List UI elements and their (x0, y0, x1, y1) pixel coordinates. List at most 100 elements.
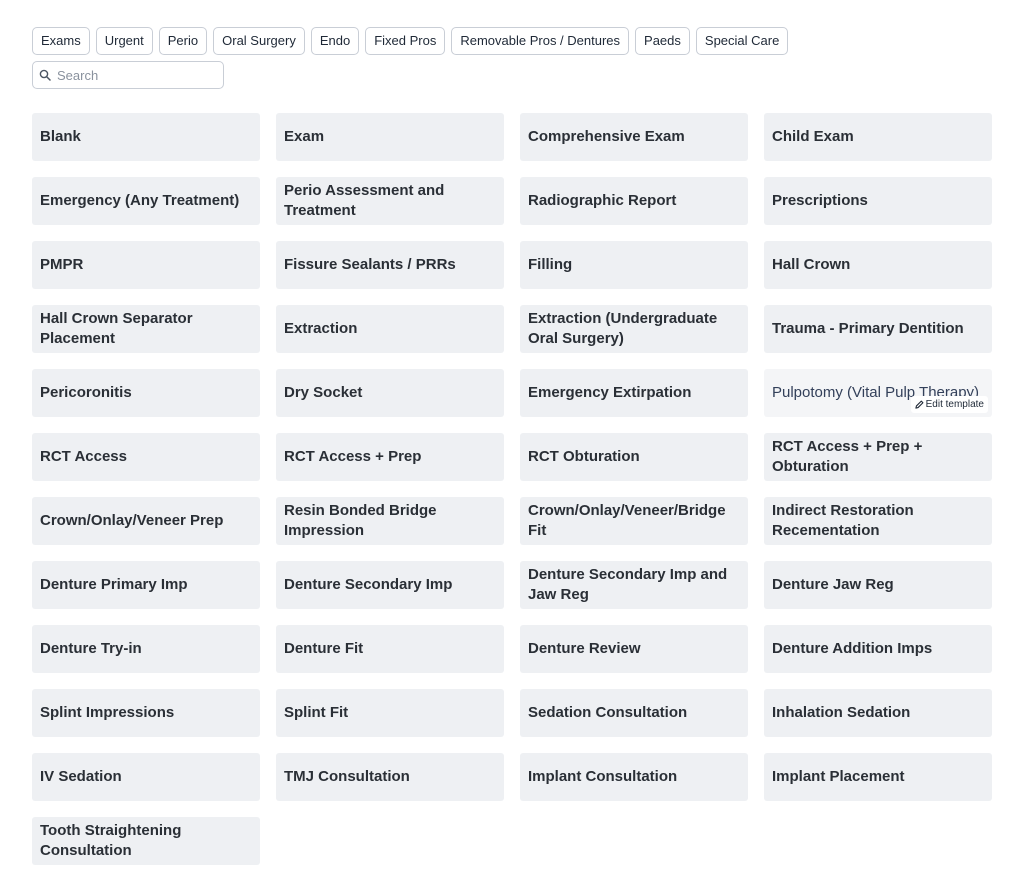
filter-chip[interactable]: Endo (310, 27, 360, 55)
filter-chip[interactable]: Fixed Pros (365, 27, 446, 55)
template-card[interactable]: Denture Jaw Reg (764, 561, 992, 609)
template-card[interactable]: Pulpotomy (Vital Pulp Therapy) Edit templ… (764, 369, 992, 417)
template-label: TMJ Consultation (284, 768, 410, 785)
template-label: Exam (284, 128, 325, 145)
template-label: Prescriptions (772, 192, 868, 209)
search-icon (39, 69, 51, 81)
template-label: Pericoronitis (40, 384, 132, 401)
template-label: Radiographic Report (528, 192, 677, 209)
template-card[interactable]: Indirect Restoration Recementation (764, 497, 992, 545)
template-label: Denture Review (528, 640, 641, 657)
template-label: Extraction (284, 320, 358, 337)
template-card[interactable]: Hall Crown (764, 241, 992, 289)
template-label: Dry Socket (284, 384, 363, 401)
template-card[interactable]: Denture Secondary Imp (276, 561, 504, 609)
template-label: PMPR (40, 256, 84, 273)
template-label: Hall Crown Separator Placement (40, 310, 193, 347)
template-card[interactable]: Radiographic Report (520, 177, 748, 225)
filter-chip[interactable]: Urgent (95, 27, 153, 55)
template-card[interactable]: TMJ Consultation (276, 753, 504, 801)
template-card[interactable]: Resin Bonded Bridge Impression (276, 497, 504, 545)
template-card[interactable]: Emergency (Any Treatment) (32, 177, 260, 225)
template-card[interactable]: Blank (32, 113, 260, 161)
template-label: Comprehensive Exam (528, 128, 685, 145)
template-card[interactable]: RCT Obturation (520, 433, 748, 481)
template-label: Denture Secondary Imp (284, 576, 453, 593)
template-label: RCT Obturation (528, 448, 640, 465)
template-card[interactable]: Denture Review (520, 625, 748, 673)
template-label: RCT Access + Prep (284, 448, 422, 465)
filter-chips: Exams Urgent Perio Oral Surgery Endo Fixed Pr… (32, 27, 992, 55)
template-label: Implant Consultation (528, 768, 678, 785)
template-card[interactable]: Fissure Sealants / PRRs (276, 241, 504, 289)
filter-chip[interactable]: Paeds (635, 27, 690, 55)
template-card[interactable]: Splint Impressions (32, 689, 260, 737)
template-label: Fissure Sealants / PRRs (284, 256, 456, 273)
template-label: Tooth Straightening Consultation (40, 822, 182, 859)
template-card[interactable]: RCT Access + Prep + Obturation (764, 433, 992, 481)
search-input[interactable] (55, 66, 219, 84)
template-card[interactable]: Crown/Onlay/Veneer Prep (32, 497, 260, 545)
template-card[interactable]: Crown/Onlay/Veneer/Bridge Fit (520, 497, 748, 545)
filter-chip[interactable]: Oral Surgery (213, 27, 305, 55)
template-label: Denture Try-in (40, 640, 142, 657)
edit-template-label: Edit template (925, 399, 984, 410)
template-label: Denture Jaw Reg (772, 576, 894, 593)
template-card[interactable]: Comprehensive Exam (520, 113, 748, 161)
template-card[interactable]: Exam (276, 113, 504, 161)
template-label: Crown/Onlay/Veneer/Bridge Fit (528, 502, 726, 539)
template-label: Indirect Restoration Recementation (772, 502, 914, 539)
template-card[interactable]: Hall Crown Separator Placement (32, 305, 260, 353)
template-card[interactable]: Prescriptions (764, 177, 992, 225)
template-label: Denture Addition Imps (772, 640, 933, 657)
template-card[interactable]: Pericoronitis (32, 369, 260, 417)
template-card[interactable]: Dry Socket (276, 369, 504, 417)
template-label: Splint Fit (284, 704, 349, 721)
template-card[interactable]: RCT Access (32, 433, 260, 481)
pencil-icon (914, 400, 924, 409)
template-label: Blank (40, 128, 81, 145)
template-card[interactable]: Splint Fit (276, 689, 504, 737)
template-label: Filling (528, 256, 573, 273)
template-card[interactable]: Denture Primary Imp (32, 561, 260, 609)
template-card[interactable]: Child Exam (764, 113, 992, 161)
filter-chip[interactable]: Perio (158, 27, 208, 55)
template-label: Resin Bonded Bridge Impression (284, 502, 437, 539)
template-label: Extraction (Undergraduate Oral Surgery) (528, 310, 718, 347)
search-box[interactable] (32, 61, 224, 89)
template-label: Hall Crown (772, 256, 851, 273)
template-card[interactable]: Tooth Straightening Consultation (32, 817, 260, 865)
template-card[interactable]: Implant Placement (764, 753, 992, 801)
template-label: Inhalation Sedation (772, 704, 911, 721)
template-label: Splint Impressions (40, 704, 175, 721)
template-card[interactable]: Implant Consultation (520, 753, 748, 801)
template-card[interactable]: Emergency Extirpation (520, 369, 748, 417)
template-card[interactable]: Denture Try-in (32, 625, 260, 673)
edit-template-button[interactable]: Edit template (910, 396, 988, 413)
filter-chip[interactable]: Exams (32, 27, 90, 55)
template-label: RCT Access (40, 448, 127, 465)
template-card[interactable]: Inhalation Sedation (764, 689, 992, 737)
template-label: Denture Primary Imp (40, 576, 188, 593)
template-label: Sedation Consultation (528, 704, 688, 721)
template-card[interactable]: Extraction (276, 305, 504, 353)
template-card[interactable]: PMPR (32, 241, 260, 289)
template-label: IV Sedation (40, 768, 122, 785)
template-card[interactable]: Filling (520, 241, 748, 289)
template-label: RCT Access + Prep + Obturation (772, 438, 923, 475)
template-card[interactable]: Extraction (Undergraduate Oral Surgery) (520, 305, 748, 353)
template-picker: Exams Urgent Perio Oral Surgery Endo Fixed Pr… (32, 27, 992, 865)
template-card[interactable]: Denture Fit (276, 625, 504, 673)
filter-chip[interactable]: Removable Pros / Dentures (451, 27, 630, 55)
template-label: Emergency (Any Treatment) (40, 192, 240, 209)
template-card[interactable]: Sedation Consultation (520, 689, 748, 737)
template-card[interactable]: Denture Addition Imps (764, 625, 992, 673)
template-label: Denture Secondary Imp and Jaw Reg (528, 566, 728, 603)
template-card[interactable]: RCT Access + Prep (276, 433, 504, 481)
template-card[interactable]: Trauma - Primary Dentition (764, 305, 992, 353)
template-card[interactable]: IV Sedation (32, 753, 260, 801)
filter-chip[interactable]: Special Care (695, 27, 789, 55)
template-label: Emergency Extirpation (528, 384, 692, 401)
template-card[interactable]: Perio Assessment and Treatment (276, 177, 504, 225)
template-card[interactable]: Denture Secondary Imp and Jaw Reg (520, 561, 748, 609)
